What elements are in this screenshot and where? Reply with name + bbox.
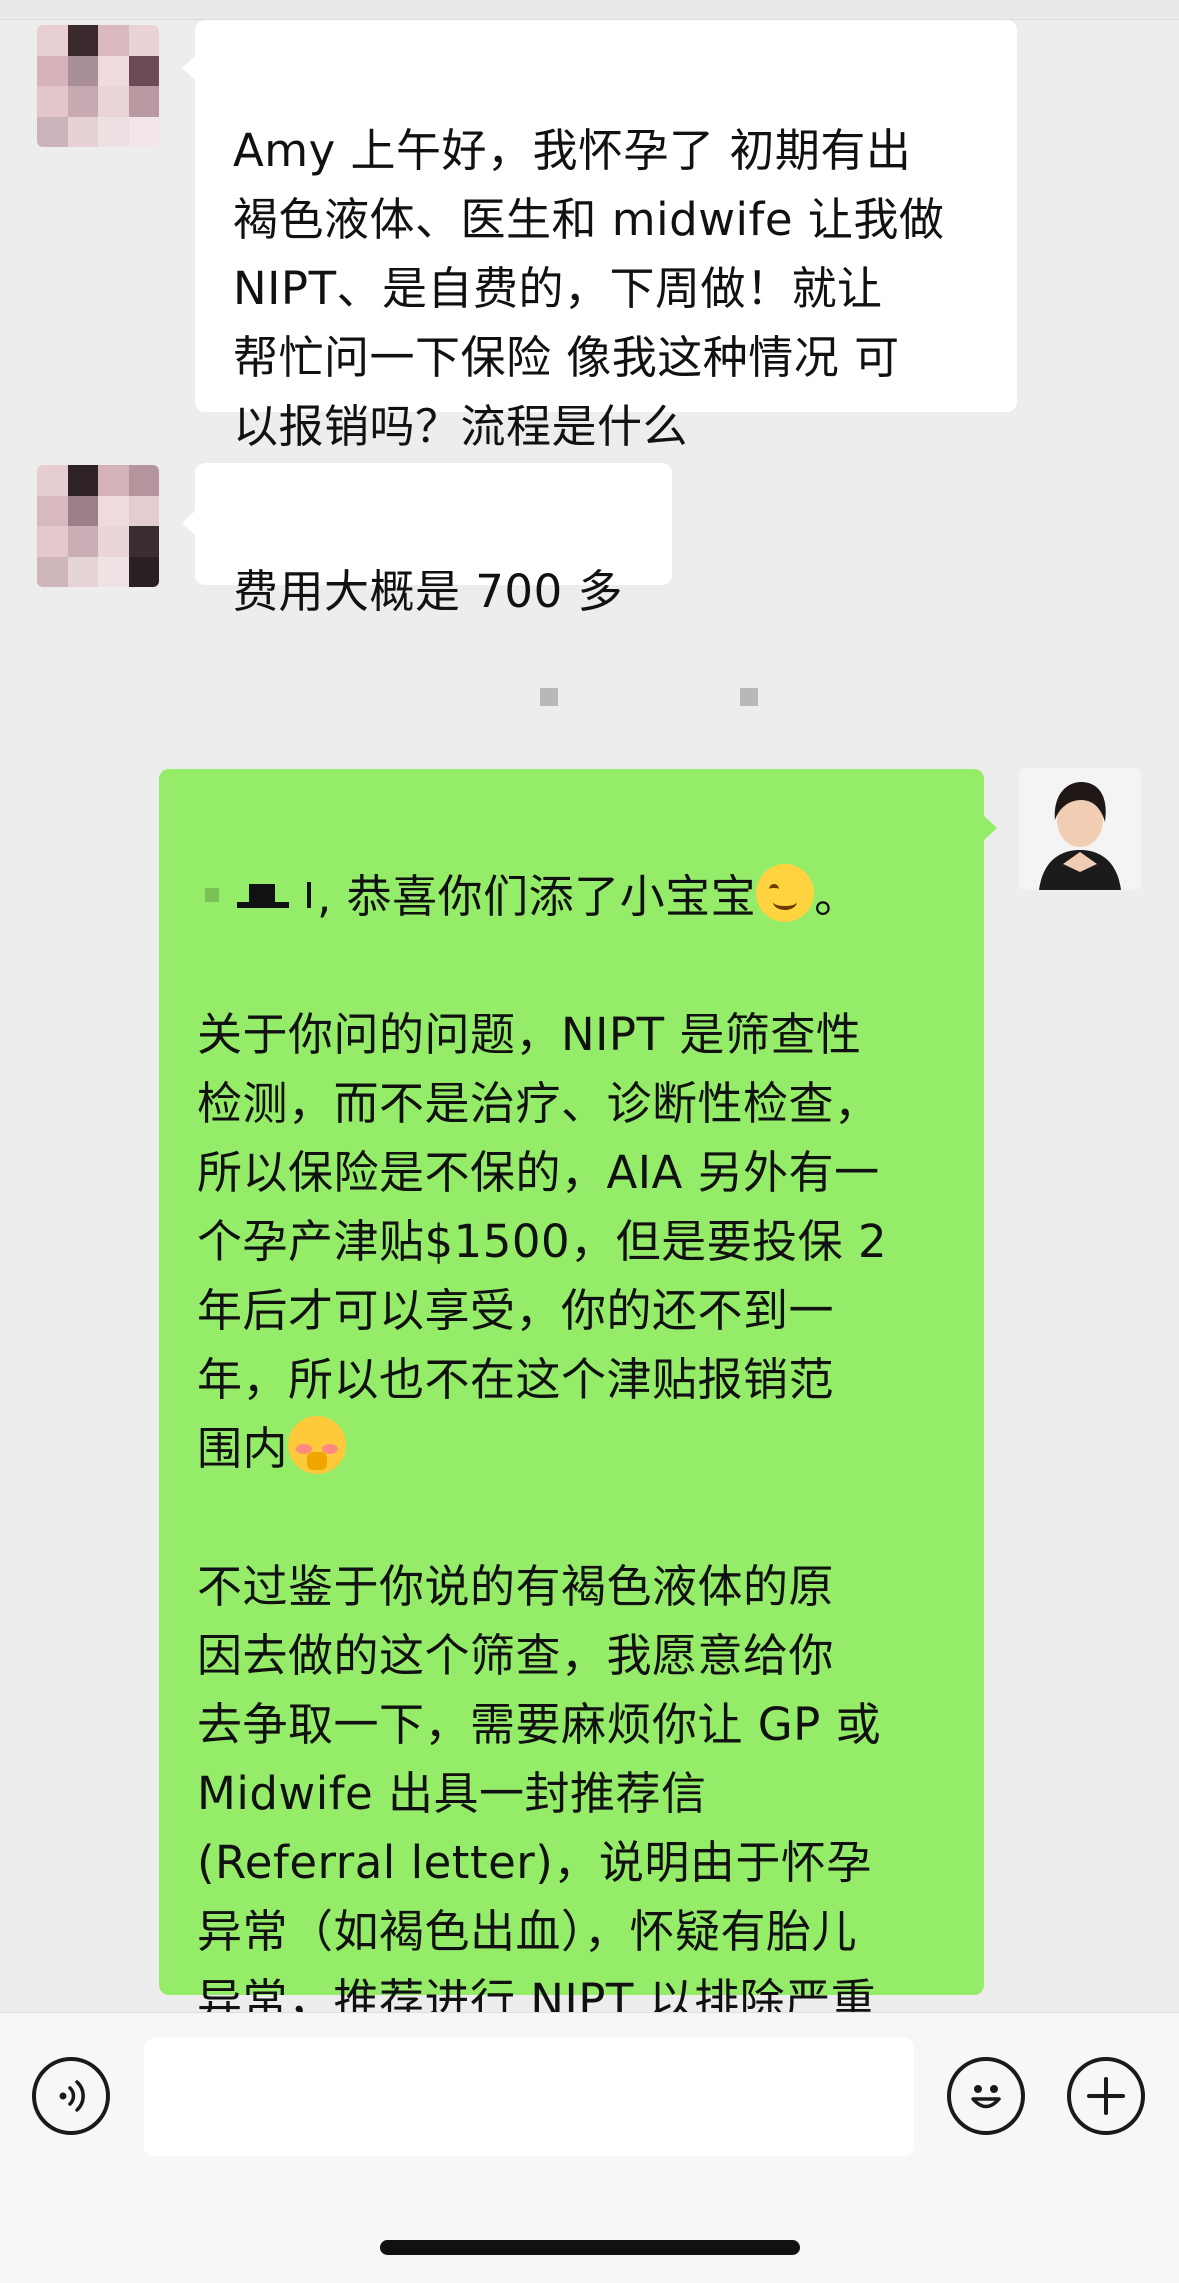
message-text: , 恭喜你们添了小宝宝 bbox=[317, 870, 757, 923]
self-avatar[interactable] bbox=[1019, 768, 1141, 890]
bubble-tail bbox=[983, 815, 997, 841]
more-button[interactable] bbox=[1067, 2057, 1145, 2135]
emoji-icon bbox=[971, 2085, 1001, 2109]
message-input[interactable] bbox=[144, 2038, 914, 2156]
plus-icon bbox=[1087, 2077, 1125, 2115]
message-first-line: , 恭喜你们添了小宝宝 。 bbox=[197, 862, 950, 931]
incoming-message-bubble[interactable]: 费用大概是 700 多 bbox=[195, 463, 672, 618]
message-text: 关于你问的问题，NIPT 是筛查性 检测，而不是治疗、诊断性检查， 所以保险是不… bbox=[197, 1008, 888, 1475]
redacted-name bbox=[197, 876, 317, 916]
redaction-pixel bbox=[740, 688, 758, 706]
message-text: 。 bbox=[814, 870, 860, 923]
home-indicator[interactable] bbox=[380, 2240, 800, 2255]
smiling-face-emoji bbox=[756, 864, 815, 922]
shy-face-emoji bbox=[288, 1416, 347, 1474]
contact-avatar[interactable] bbox=[37, 25, 159, 147]
emoji-button[interactable] bbox=[947, 2057, 1025, 2135]
voice-button[interactable] bbox=[32, 2057, 110, 2135]
message-paragraph: 关于你问的问题，NIPT 是筛查性 检测，而不是治疗、诊断性检查， 所以保险是不… bbox=[197, 1000, 950, 1483]
voice-icon bbox=[59, 2080, 85, 2112]
contact-avatar[interactable] bbox=[37, 465, 159, 587]
incoming-message-bubble[interactable]: Amy 上午好，我怀孕了 初期有出 褐色液体、医生和 midwife 让我做 N… bbox=[195, 20, 1017, 453]
bubble-tail bbox=[182, 510, 196, 536]
chat-message-list[interactable]: Amy 上午好，我怀孕了 初期有出 褐色液体、医生和 midwife 让我做 N… bbox=[0, 0, 1179, 2165]
redaction-pixel bbox=[540, 688, 558, 706]
message-text: Amy 上午好，我怀孕了 初期有出 褐色液体、医生和 midwife 让我做 N… bbox=[233, 124, 945, 453]
bubble-tail bbox=[182, 55, 196, 81]
outgoing-message-bubble[interactable]: , 恭喜你们添了小宝宝 。 关于你问的问题，NIPT 是筛查性 检测，而不是治疗、… bbox=[159, 769, 984, 2165]
message-text: 费用大概是 700 多 bbox=[233, 565, 623, 618]
